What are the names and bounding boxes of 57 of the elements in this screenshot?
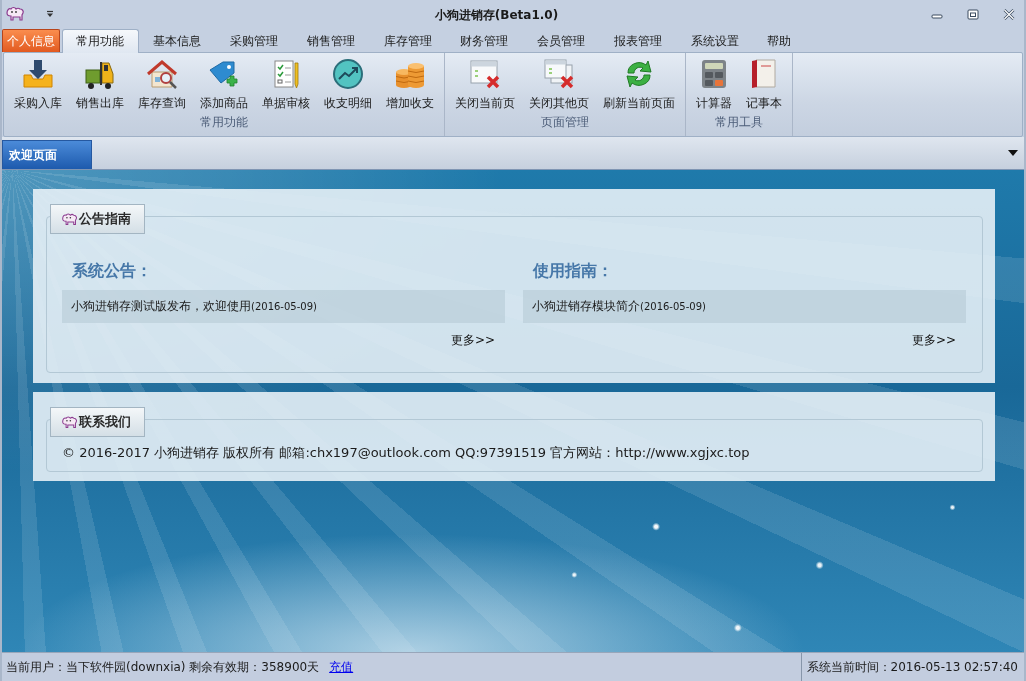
windows-close-icon [543, 58, 575, 90]
notice-row[interactable]: 小狗进销存测试版发布，欢迎使用(2016-05-09) [62, 290, 505, 323]
menu-tab[interactable]: 销售管理 [292, 29, 370, 52]
contact-text: © 2016-2017 小狗进销存 版权所有 邮箱:chx197@outlook.com QQ:97391519 官方网站：http://www.xgjxc.top [62, 444, 751, 462]
ribbon-button[interactable]: 关闭其他页 [522, 53, 596, 113]
section-title: 联系我们 [79, 413, 131, 431]
ribbon-button[interactable]: 刷新当前页面 [596, 53, 682, 113]
menu-tab[interactable]: 财务管理 [445, 29, 523, 52]
window-title: 小狗进销存(Beta1.0) [434, 8, 559, 22]
user-info: 当前用户：当下软件园(downxia) 剩余有效期：358900天 [6, 658, 320, 676]
menu-tab[interactable]: 基本信息 [138, 29, 216, 52]
ribbon-button[interactable]: 收支明细 [317, 53, 379, 113]
tag-add-icon [208, 58, 240, 90]
dropdown-arrow-icon[interactable] [1008, 150, 1018, 156]
menu-tab[interactable]: 报表管理 [599, 29, 677, 52]
recharge-link[interactable]: 充值 [329, 658, 354, 676]
tray-download-icon [22, 58, 54, 90]
notice-date: (2016-05-09) [640, 301, 706, 312]
menu-tab[interactable]: 系统设置 [676, 29, 754, 52]
refresh-icon [623, 58, 655, 90]
ribbon-button[interactable]: 销售出库 [69, 53, 131, 113]
system-time: 系统当前时间：2016-05-13 02:57:40 [800, 653, 1024, 681]
ribbon-group-label: 常用功能 [200, 115, 248, 129]
ribbon-button[interactable]: 库存查询 [131, 53, 193, 113]
ribbon-button[interactable]: 计算器 [689, 53, 739, 113]
ribbon-button[interactable]: 增加收支 [379, 53, 441, 113]
menu-tab[interactable]: 库存管理 [369, 29, 446, 52]
ribbon-button[interactable]: 记事本 [739, 53, 789, 113]
column-heading: 系统公告： [72, 261, 152, 281]
document-tab[interactable]: 欢迎页面 [2, 140, 92, 169]
dog-icon[interactable] [5, 6, 25, 22]
dog-icon [61, 211, 78, 227]
window-close-icon [469, 58, 501, 90]
ribbon-button[interactable]: 采购入库 [7, 53, 69, 113]
dog-icon [61, 414, 78, 430]
ribbon-button[interactable]: 关闭当前页 [448, 53, 522, 113]
column-heading: 使用指南： [533, 261, 613, 281]
close-icon[interactable] [1003, 8, 1015, 20]
more-link[interactable]: 更多>> [911, 333, 956, 347]
ribbon-group-label: 常用工具 [715, 115, 763, 129]
ribbon-group-label: 页面管理 [541, 115, 589, 129]
more-link[interactable]: 更多>> [450, 333, 495, 347]
ribbon-button[interactable]: 添加商品 [193, 53, 255, 113]
chart-circle-icon [332, 58, 364, 90]
notice-title: 小狗进销存模块简介 [532, 298, 640, 315]
maximize-icon[interactable] [967, 8, 979, 20]
house-search-icon [146, 58, 178, 90]
notice-row[interactable]: 小狗进销存模块简介(2016-05-09) [523, 290, 966, 323]
menu-tab[interactable]: 常用功能 [62, 29, 139, 53]
menu-tab[interactable]: 帮助 [753, 29, 806, 52]
ribbon-button[interactable]: 单据审核 [255, 53, 317, 113]
menu-tab[interactable]: 采购管理 [215, 29, 293, 52]
dropdown-caret-icon[interactable] [46, 10, 54, 18]
section-title: 公告指南 [79, 210, 131, 228]
notice-date: (2016-05-09) [251, 301, 317, 312]
notice-title: 小狗进销存测试版发布，欢迎使用 [71, 298, 251, 315]
menu-tab[interactable]: 会员管理 [522, 29, 600, 52]
